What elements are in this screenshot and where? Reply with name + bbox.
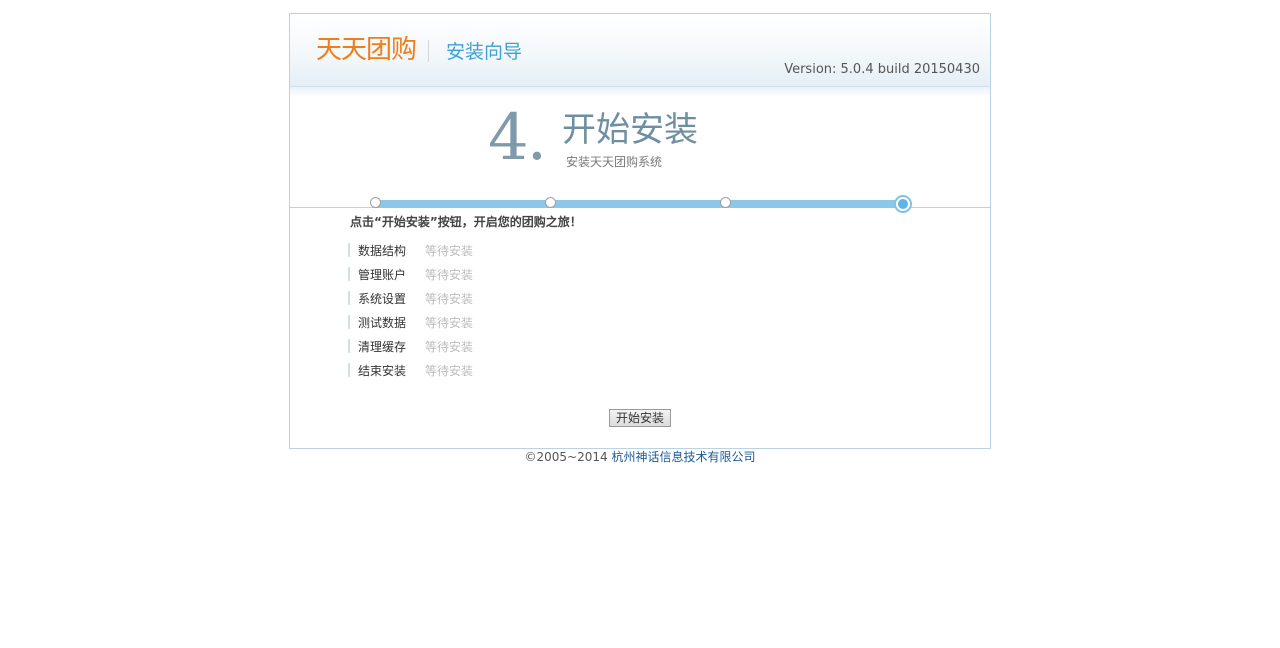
- task-marker: [348, 243, 350, 257]
- start-install-button[interactable]: 开始安装: [609, 409, 671, 427]
- installer-window: 天天团购 安装向导 Version: 5.0.4 build 20150430 …: [289, 13, 991, 449]
- step-subtitle: 安装天天团购系统: [566, 155, 663, 169]
- task-marker: [348, 267, 350, 281]
- task-item: 管理账户 等待安装: [348, 266, 648, 290]
- logo-divider: [428, 40, 429, 62]
- step-number: 4.: [488, 101, 547, 175]
- task-marker: [348, 291, 350, 305]
- task-item: 结束安装 等待安装: [348, 362, 648, 386]
- task-name: 结束安装: [358, 364, 407, 378]
- task-name: 清理缓存: [358, 340, 407, 354]
- company-link[interactable]: 杭州神话信息技术有限公司: [611, 450, 755, 464]
- task-marker: [348, 339, 350, 353]
- task-name: 测试数据: [358, 316, 407, 330]
- progress-step-3-dot: [720, 197, 731, 208]
- task-item: 系统设置 等待安装: [348, 290, 648, 314]
- version-label: Version: 5.0.4 build 20150430: [784, 62, 980, 77]
- install-task-list: 数据结构 等待安装 管理账户 等待安装 系统设置 等待安装 测试数据 等待安装 …: [348, 242, 648, 386]
- task-marker: [348, 315, 350, 329]
- task-status: 等待安装: [425, 244, 474, 258]
- task-status: 等待安装: [425, 268, 474, 282]
- footer: ©2005~2014 杭州神话信息技术有限公司: [0, 449, 1280, 465]
- wizard-title: 安装向导: [446, 41, 523, 63]
- logo: 天天团购: [316, 35, 417, 65]
- step-title: 开始安装: [562, 110, 698, 150]
- instruction-text: 点击“开始安装”按钮，开启您的团购之旅！: [350, 215, 582, 229]
- task-status: 等待安装: [425, 364, 474, 378]
- copyright-text: ©2005~2014: [524, 450, 608, 464]
- task-item: 测试数据 等待安装: [348, 314, 648, 338]
- task-item: 清理缓存 等待安装: [348, 338, 648, 362]
- progress-step-1-dot: [370, 197, 381, 208]
- task-name: 管理账户: [358, 268, 407, 282]
- task-status: 等待安装: [425, 316, 474, 330]
- task-status: 等待安装: [425, 292, 474, 306]
- task-marker: [348, 363, 350, 377]
- progress-step-2-dot: [545, 197, 556, 208]
- header: 天天团购 安装向导 Version: 5.0.4 build 20150430: [290, 14, 990, 87]
- progress-step-4-dot-current: [894, 195, 912, 213]
- task-item: 数据结构 等待安装: [348, 242, 648, 266]
- task-name: 数据结构: [358, 244, 407, 258]
- progress-bar: [375, 200, 903, 208]
- task-status: 等待安装: [425, 340, 474, 354]
- step-heading: 4. 开始安装 安装天天团购系统: [290, 98, 990, 208]
- task-name: 系统设置: [358, 292, 407, 306]
- header-shadow: [290, 87, 990, 97]
